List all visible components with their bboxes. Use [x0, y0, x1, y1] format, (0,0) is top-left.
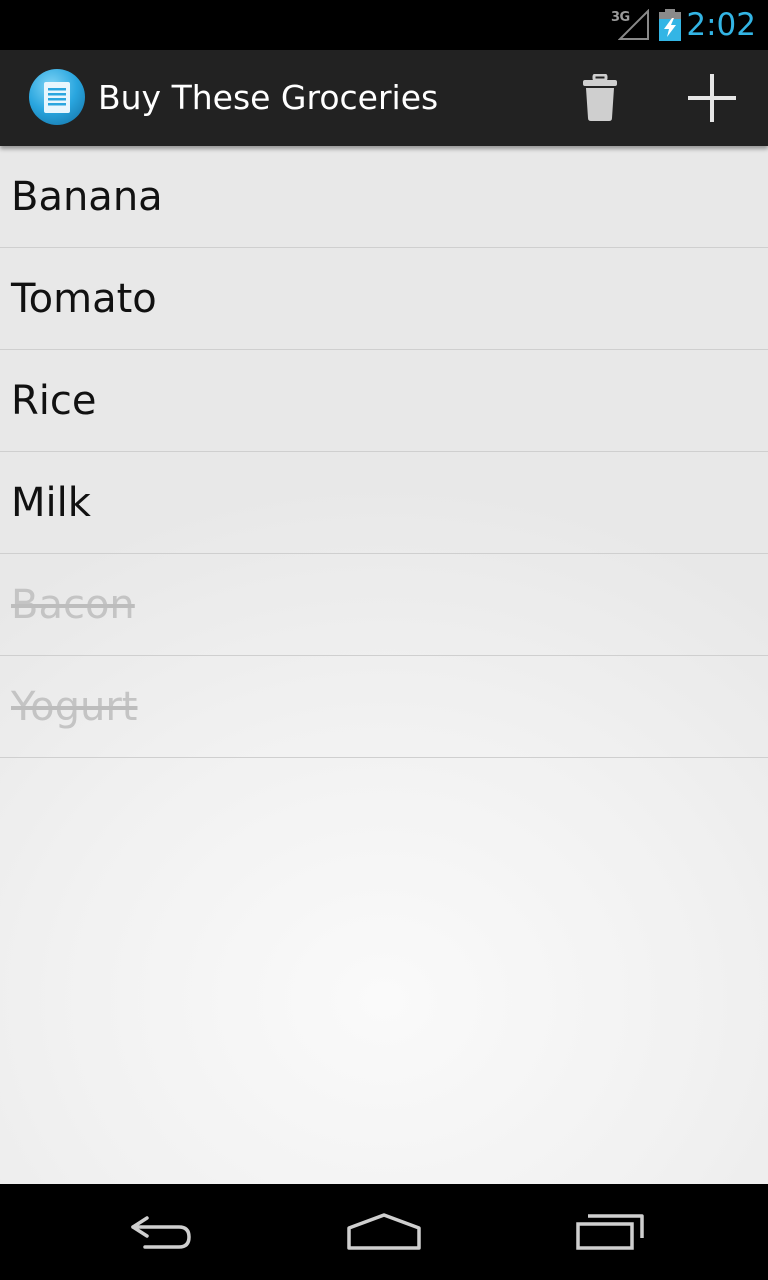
item-label: Yogurt — [11, 683, 138, 730]
signal-icon — [618, 9, 649, 40]
item-label: Milk — [11, 479, 91, 526]
back-button[interactable] — [80, 1184, 240, 1280]
list-item-checked[interactable]: Bacon — [0, 554, 768, 656]
notepad-icon[interactable] — [28, 68, 86, 126]
battery-charging-icon — [659, 9, 681, 41]
home-button[interactable] — [304, 1184, 464, 1280]
list-item[interactable]: Milk — [0, 452, 768, 554]
grocery-list: Banana Tomato Rice Milk Bacon Yogurt — [0, 146, 768, 758]
trash-icon — [583, 74, 617, 121]
list-item-checked[interactable]: Yogurt — [0, 656, 768, 758]
plus-icon — [688, 74, 736, 122]
list-item[interactable]: Banana — [0, 146, 768, 248]
item-label: Bacon — [11, 581, 135, 628]
screen: 3G 2:02 Buy These Groceries Banana Tomat… — [0, 0, 768, 1280]
back-arrow-icon — [131, 1216, 191, 1249]
delete-button[interactable] — [552, 50, 648, 146]
list-item[interactable]: Rice — [0, 350, 768, 452]
home-icon — [347, 1213, 421, 1250]
item-label: Tomato — [11, 275, 157, 322]
status-bar: 3G 2:02 — [0, 0, 768, 50]
page-title: Buy These Groceries — [98, 78, 439, 117]
item-label: Rice — [11, 377, 97, 424]
status-time: 2:02 — [686, 7, 756, 43]
item-label: Banana — [11, 173, 163, 220]
recent-apps-icon — [576, 1214, 644, 1250]
recent-apps-button[interactable] — [530, 1184, 690, 1280]
add-item-button[interactable] — [664, 50, 760, 146]
list-item[interactable]: Tomato — [0, 248, 768, 350]
action-bar: Buy These Groceries — [0, 50, 768, 146]
navigation-bar — [0, 1184, 768, 1280]
